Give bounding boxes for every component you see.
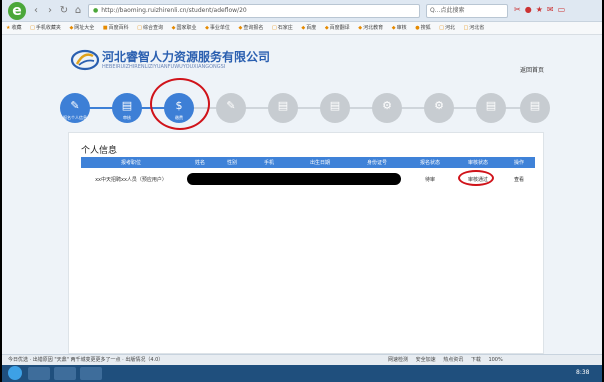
edit-icon: ✎ [70,99,80,112]
statusbar-tools: 网速检测 安全加速 热点资讯 下载 100% [388,355,509,365]
favorite-item[interactable]: ◆查询报名 [239,25,264,31]
personal-info-panel: 个人信息 报考职位 姓名 性别 手机 出生日期 身份证号 报名状态 审核状态 操… [68,132,544,354]
taskbar-app-icon[interactable] [28,367,50,380]
favorites-bar: ★收藏 □手机收藏夹 ◆网址大全 ■百度百科 □综合查询 ◆国家职业 ◆事业单位… [2,22,602,35]
favorite-item[interactable]: □河北省 [464,25,485,31]
step-highlight-circle [150,78,210,130]
window-icon[interactable]: ▭ [558,5,568,14]
favorite-item[interactable]: ★收藏 [6,25,22,31]
view-link[interactable]: 查看 [514,177,524,183]
favorite-item[interactable]: ◆审核 [392,25,407,31]
os-taskbar: 8:38 [2,365,602,382]
review-status-cell: 审核通过 [453,168,503,190]
home-icon[interactable]: ⌂ [72,5,84,17]
browser-window: e ‹ › ↻ ⌂ ● http://baoming.ruizhirenli.cn… [2,0,602,382]
table-header-row: 报考职位 姓名 性别 手机 出生日期 身份证号 报名状态 审核状态 操作 [81,157,535,168]
step-9[interactable]: ▤ [476,93,506,123]
favorite-item[interactable]: ◆国家职业 [172,25,197,31]
step-6[interactable]: ▤ [320,93,350,123]
action-cell: 查看 [503,168,535,190]
step-10[interactable]: ▤ [520,93,550,123]
column-header: 报考职位 [81,157,181,168]
redacted-cell [181,168,407,190]
step-7[interactable]: ⚙ [372,93,402,123]
favorite-item[interactable]: ◆百度 [301,25,316,31]
panel-title: 个人信息 [81,146,118,156]
refresh-icon[interactable]: ↻ [58,5,70,17]
favorite-item[interactable]: □综合查询 [137,25,163,31]
browser-statusbar: 今日优选 · 出错原因 "天鼎" 两千城变更更多了一点 · 出版情况（4.0） … [2,354,602,365]
secure-icon: ● [93,7,99,14]
gear-icon: ⚙ [434,99,444,112]
column-header: 身份证号 [347,157,407,168]
favorite-item[interactable]: ◆网址大全 [69,25,94,31]
page-content: 河北睿智人力资源服务有限公司 HEBEIRUIZHIRENLIZIYUANFUW… [2,35,602,354]
favorite-item[interactable]: ◆事业单位 [205,25,230,31]
back-home-link[interactable]: 返回首页 [520,65,544,74]
info-table: 报考职位 姓名 性别 手机 出生日期 身份证号 报名状态 审核状态 操作 xx中… [81,157,535,190]
favorite-item[interactable]: □手机收藏夹 [30,25,61,31]
rating-icon[interactable]: ★ [536,5,545,14]
column-header: 出生日期 [293,157,347,168]
review-highlight-oval [457,169,494,186]
mail-icon[interactable]: ✉ [547,5,556,14]
column-header: 姓名 [181,157,219,168]
favorite-item[interactable]: □石家庄 [272,25,293,31]
favorite-item[interactable]: □河北 [439,25,455,31]
document-icon: ▤ [277,99,289,112]
taskbar-app-icon[interactable] [80,367,102,380]
browser-toolbar: e ‹ › ↻ ⌂ ● http://baoming.ruizhirenli.cn… [2,0,602,22]
progress-steps: ✎ 报名个人信息 ▤ 审核 $ 缴费 ✎ ▤ ▤ ⚙ ⚙ ▤ ▤ [60,78,550,130]
position-cell: xx中天招聘xx人员（预应用户） [95,176,167,183]
back-icon[interactable]: ‹ [30,5,42,17]
statusbar-item[interactable]: 热点资讯 [443,357,463,363]
taskbar-app-icon[interactable] [54,367,76,380]
table-row: xx中天招聘xx人员（预应用户） 待审 审核通过 查看 [81,168,535,190]
document-icon: ▤ [485,99,497,112]
toolbar-icons: ✂ ● ★ ✉ ▭ [514,5,569,14]
document-icon: ▤ [329,99,341,112]
statusbar-news[interactable]: 今日优选 · 出错原因 "天鼎" 两千城变更更多了一点 · 出版情况（4.0） [8,355,163,365]
column-header: 手机 [245,157,293,168]
extension-icon[interactable]: ✂ [514,5,523,14]
search-input[interactable]: Q...点此搜索 [426,4,508,18]
column-header: 性别 [219,157,245,168]
document-icon: ▤ [529,99,541,112]
browser-logo-icon[interactable]: e [8,2,26,20]
zoom-level[interactable]: 100% [488,357,502,363]
address-text: http://baoming.ruizhirenli.cn/student/ad… [101,7,247,14]
step-1[interactable]: ✎ 报名个人信息 [60,93,90,123]
edit-icon: ✎ [226,99,236,112]
favorite-item[interactable]: ◆百度翻译 [325,25,350,31]
company-name: 河北睿智人力资源服务有限公司 [102,50,271,64]
step-label: 审核 [123,115,131,120]
redaction-bar [187,173,401,185]
statusbar-item[interactable]: 网速检测 [388,357,408,363]
step-2[interactable]: ▤ 审核 [112,93,142,123]
registration-status-cell: 待审 [424,176,435,183]
statusbar-item[interactable]: 下载 [471,357,481,363]
forward-icon[interactable]: › [44,5,56,17]
start-button-icon[interactable] [8,366,22,380]
favorite-item[interactable]: ■百度百科 [103,25,129,31]
addon-icon[interactable]: ● [525,5,534,14]
column-header: 审核状态 [453,157,503,168]
statusbar-item[interactable]: 安全加速 [416,357,436,363]
company-name-english: HEBEIRUIZHIRENLIZIYUANFUWUYOUXIANGONGSI [102,64,226,70]
address-bar[interactable]: ● http://baoming.ruizhirenli.cn/student/a… [88,4,420,18]
column-header: 报名状态 [407,157,453,168]
favorite-item[interactable]: ●搜狐 [415,25,430,31]
company-logo-icon [70,49,100,71]
clock: 8:38 [576,369,590,376]
step-8[interactable]: ⚙ [424,93,454,123]
favorite-item[interactable]: ◆河北教育 [358,25,383,31]
column-header: 操作 [503,157,535,168]
step-5[interactable]: ▤ [268,93,298,123]
step-label: 报名个人信息 [63,115,87,120]
step-4[interactable]: ✎ [216,93,246,123]
gear-icon: ⚙ [382,99,392,112]
document-icon: ▤ [121,99,133,112]
